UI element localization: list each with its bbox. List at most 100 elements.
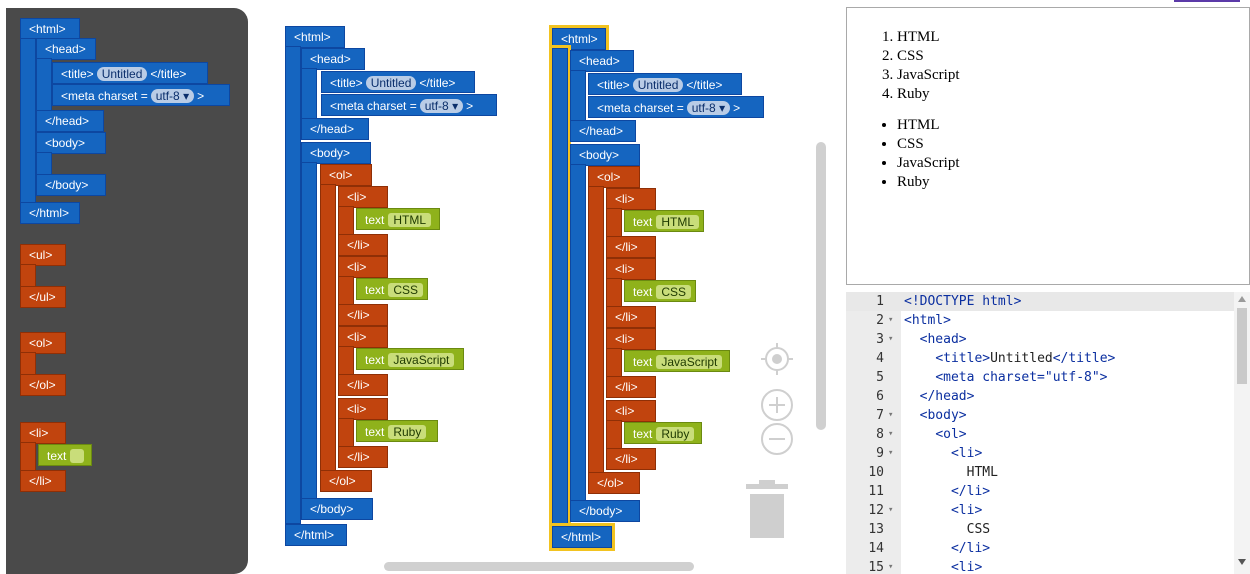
text-empty-field[interactable] <box>70 449 84 463</box>
code-line[interactable]: 6 </head> <box>846 387 1250 406</box>
toolbox-ol-open-block[interactable]: <ol> <box>20 332 66 354</box>
ws2-li2-open[interactable]: <li> <box>606 258 656 280</box>
ws1-li2-close[interactable]: </li> <box>338 304 388 326</box>
code-line[interactable]: 5 <meta charset="utf-8"> <box>846 368 1250 387</box>
meta-charset-dropdown[interactable]: utf-8 ▾ <box>686 101 731 115</box>
ws1-ol-bar[interactable] <box>320 184 336 484</box>
code-line[interactable]: 10 HTML <box>846 463 1250 482</box>
scroll-up-icon[interactable] <box>1237 295 1247 303</box>
vertical-scrollbar[interactable] <box>816 142 826 430</box>
code-line[interactable]: 4 <title>Untitled</title> <box>846 349 1250 368</box>
ws1-meta-block[interactable]: <meta charset = utf-8 ▾ > <box>321 94 497 116</box>
toolbox-ul-open-block[interactable]: <ul> <box>20 244 66 266</box>
code-editor[interactable]: 1 <!DOCTYPE html> 2 ▾ <html> 3 ▾ <head> 4 <titl… <box>846 292 1250 574</box>
horizontal-scrollbar[interactable] <box>384 562 694 571</box>
ws1-li3-bar[interactable] <box>338 346 354 376</box>
fold-toggle-icon[interactable]: ▾ <box>888 311 893 330</box>
ws2-li1-bar[interactable] <box>606 208 622 238</box>
code-line[interactable]: 9 ▾ <li> <box>846 444 1250 463</box>
code-line[interactable]: 12 ▾ <li> <box>846 501 1250 520</box>
ws1-head-open[interactable]: <head> <box>301 48 365 70</box>
ws2-li4-open[interactable]: <li> <box>606 400 656 422</box>
ws2-li3-open[interactable]: <li> <box>606 328 656 350</box>
ws1-html-open[interactable]: <html> <box>285 26 345 48</box>
ws2-head-bar[interactable] <box>570 70 586 126</box>
code-line[interactable]: 2 ▾ <html> <box>846 311 1250 330</box>
ws1-head-close[interactable]: </head> <box>301 118 369 140</box>
ws1-ol-open[interactable]: <ol> <box>320 164 372 186</box>
ws2-li1-open[interactable]: <li> <box>606 188 656 210</box>
fold-toggle-icon[interactable]: ▾ <box>888 330 893 349</box>
ws1-li4-close[interactable]: </li> <box>338 446 388 468</box>
toolbox-body-close-block[interactable]: </body> <box>36 174 106 196</box>
trash-icon[interactable] <box>744 478 790 540</box>
code-line[interactable]: 15 ▾ <li> <box>846 558 1250 574</box>
toolbox-ul-close-block[interactable]: </ul> <box>20 286 66 308</box>
text-value-field[interactable]: Ruby <box>388 425 427 439</box>
ws2-meta-block[interactable]: <meta charset = utf-8 ▾ > <box>588 96 764 118</box>
ws2-ol-bar[interactable] <box>588 186 604 486</box>
ws1-li4-bar[interactable] <box>338 418 354 448</box>
toolbox-title-block[interactable]: <title> Untitled </title> <box>52 62 208 84</box>
ws2-text-html[interactable]: text HTML <box>624 210 704 232</box>
ws2-body-open[interactable]: <body> <box>570 144 640 166</box>
fold-toggle-icon[interactable]: ▾ <box>888 558 893 574</box>
ws2-html-open[interactable]: <html> <box>549 25 609 53</box>
text-value-field[interactable]: CSS <box>656 285 692 299</box>
toolbox-body-open-block[interactable]: <body> <box>36 132 106 154</box>
ws1-text-javascript[interactable]: text JavaScript <box>356 348 464 370</box>
code-line[interactable]: 7 ▾ <body> <box>846 406 1250 425</box>
code-line[interactable]: 3 ▾ <head> <box>846 330 1250 349</box>
ws1-title-block[interactable]: <title> Untitled </title> <box>321 71 475 93</box>
ws1-li3-close[interactable]: </li> <box>338 374 388 396</box>
editor-scrollbar-thumb[interactable] <box>1237 308 1247 384</box>
scroll-down-icon[interactable] <box>1237 558 1247 566</box>
ws1-li1-bar[interactable] <box>338 206 354 236</box>
toolbox-li-block-bar[interactable] <box>20 442 36 472</box>
ws2-ol-close[interactable]: </ol> <box>588 472 640 494</box>
ws1-li2-open[interactable]: <li> <box>338 256 388 278</box>
code-line[interactable]: 13 CSS <box>846 520 1250 539</box>
ws1-li1-open[interactable]: <li> <box>338 186 388 208</box>
ws1-body-open[interactable]: <body> <box>301 142 371 164</box>
ws1-text-ruby[interactable]: text Ruby <box>356 420 438 442</box>
meta-charset-dropdown[interactable]: utf-8 ▾ <box>150 89 195 103</box>
ws2-head-open[interactable]: <head> <box>570 50 634 72</box>
toolbox-head-close-block[interactable]: </head> <box>36 110 104 132</box>
toolbox-head-open-block[interactable]: <head> <box>36 38 96 60</box>
toolbox-html-block-bar[interactable] <box>20 38 36 214</box>
ws2-head-close[interactable]: </head> <box>570 120 636 142</box>
code-line[interactable]: 11 </li> <box>846 482 1250 501</box>
recenter-icon[interactable] <box>760 342 794 376</box>
code-line[interactable]: 8 ▾ <ol> <box>846 425 1250 444</box>
ws1-li4-open[interactable]: <li> <box>338 398 388 420</box>
ws2-li4-close[interactable]: </li> <box>606 448 656 470</box>
text-value-field[interactable]: CSS <box>388 283 424 297</box>
ws1-text-html[interactable]: text HTML <box>356 208 440 230</box>
text-value-field[interactable]: Ruby <box>656 427 695 441</box>
toolbox-li-open-block[interactable]: <li> <box>20 422 66 444</box>
ws2-text-javascript[interactable]: text JavaScript <box>624 350 730 372</box>
code-line[interactable]: 1 <!DOCTYPE html> <box>846 292 1250 311</box>
title-value-field[interactable]: Untitled <box>96 67 148 81</box>
ws2-title-block[interactable]: <title> Untitled </title> <box>588 73 742 95</box>
ws2-ol-open[interactable]: <ol> <box>588 166 640 188</box>
ws2-body-close[interactable]: </body> <box>570 500 640 522</box>
ws1-html-close[interactable]: </html> <box>285 524 347 546</box>
ws2-li3-bar[interactable] <box>606 348 622 378</box>
block-workspace[interactable]: <html> <head> <title> Untitled </title> <m… <box>248 8 828 574</box>
ws2-text-ruby[interactable]: text Ruby <box>624 422 702 444</box>
toolbox-li-close-block[interactable]: </li> <box>20 470 66 492</box>
ws2-html-close[interactable]: </html> <box>549 523 615 551</box>
fold-toggle-icon[interactable]: ▾ <box>888 501 893 520</box>
title-value-field[interactable]: Untitled <box>632 78 684 92</box>
code-line[interactable]: 14 </li> <box>846 539 1250 558</box>
ws1-html-bar[interactable] <box>285 46 301 524</box>
ws1-head-bar[interactable] <box>301 68 317 124</box>
ws1-li2-bar[interactable] <box>338 276 354 306</box>
text-value-field[interactable]: JavaScript <box>388 353 455 367</box>
toolbox-text-block[interactable]: text <box>38 444 92 466</box>
title-value-field[interactable]: Untitled <box>365 76 417 90</box>
toolbox-ol-close-block[interactable]: </ol> <box>20 374 66 396</box>
top-link-underline[interactable] <box>1174 0 1240 2</box>
